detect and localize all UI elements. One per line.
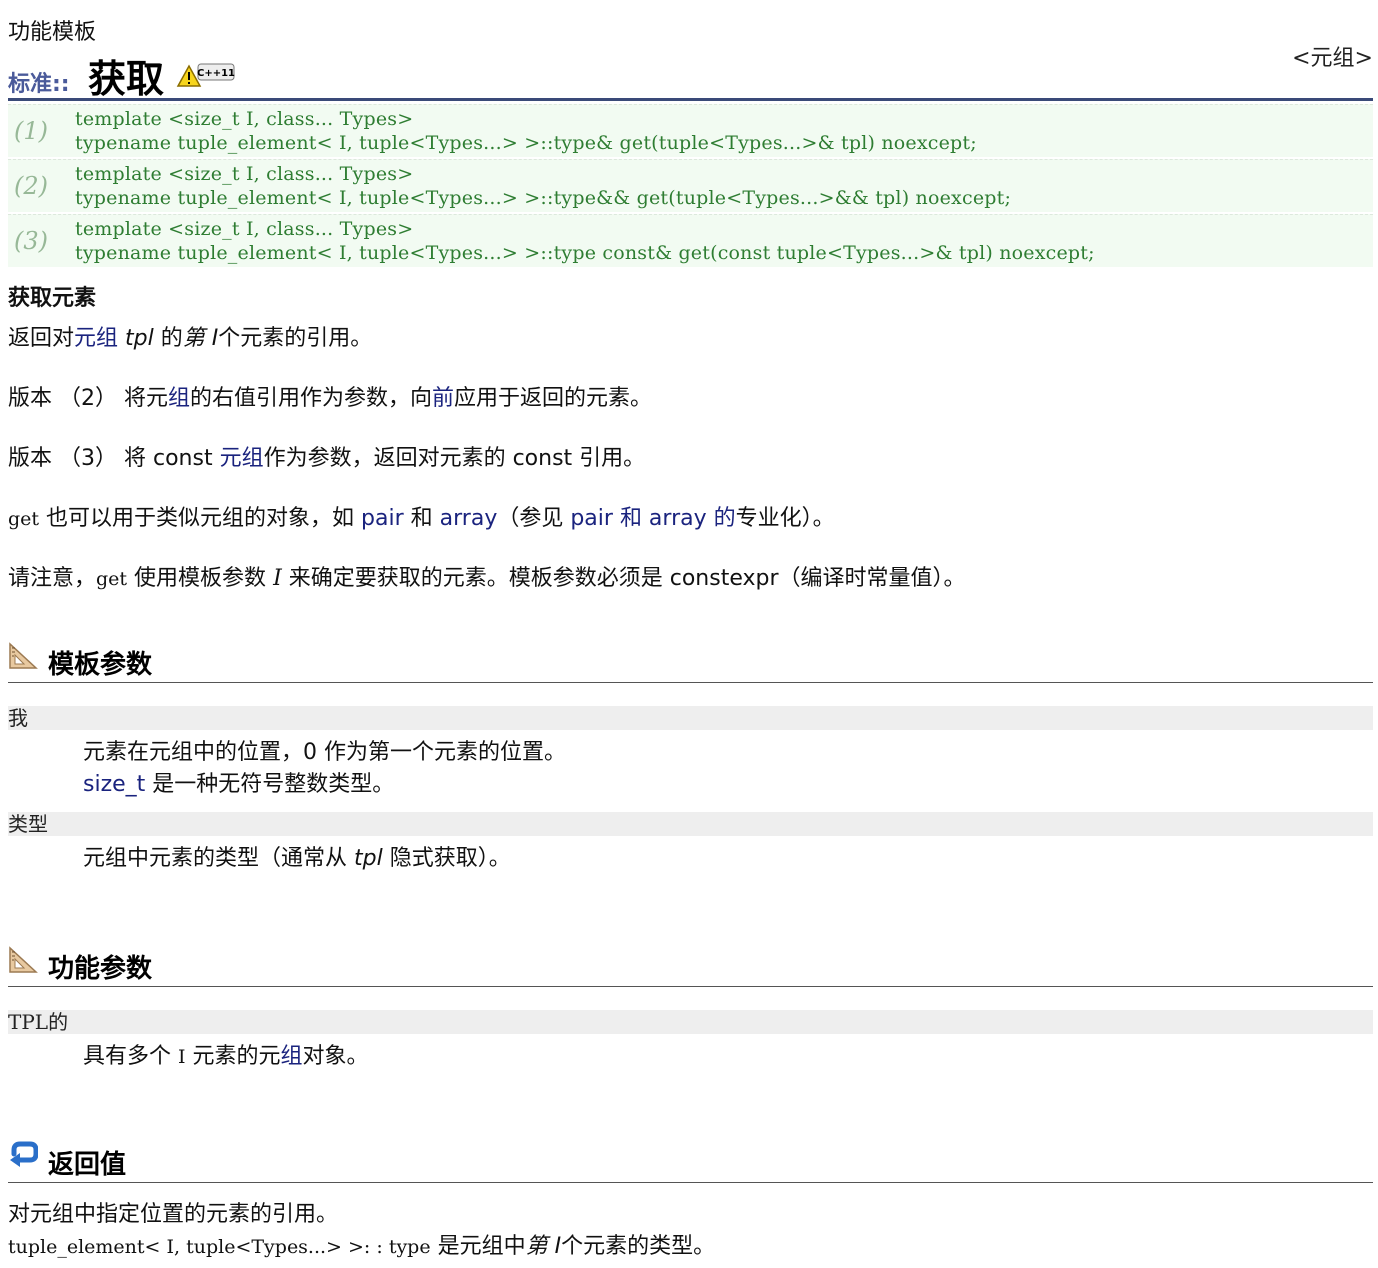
- text-span: 元素的元: [185, 1044, 281, 1069]
- param-description: 元素在元组中的位置，0 作为第一个元素的位置。: [83, 740, 566, 765]
- declaration-line: typename tuple_element< I, tuple<Types..…: [75, 242, 1095, 264]
- text-span: 是一种无符号整数类型。: [145, 772, 395, 797]
- nth-ref: 第 I: [525, 1234, 562, 1259]
- param-description: 元组中元素的类型（通常从 tpl 隐式获取）。: [83, 840, 511, 872]
- return-type-description: tuple_element< I, tuple<Types...> >: : t…: [8, 1228, 715, 1260]
- namespace-label: 标准::: [8, 72, 70, 97]
- array-link[interactable]: array: [440, 506, 498, 531]
- section-title: 模板参数: [48, 650, 153, 680]
- declaration-row: (1) template <size_t I, class... Types> …: [8, 104, 1373, 157]
- text-span: 使用模板参数: [127, 566, 274, 591]
- tuple-link[interactable]: 组: [281, 1044, 303, 1069]
- specialization-link[interactable]: pair 和 array 的: [570, 506, 735, 531]
- ruler-triangle-icon: [9, 946, 38, 973]
- pair-link[interactable]: pair: [361, 506, 404, 531]
- declaration-line: typename tuple_element< I, tuple<Types..…: [75, 132, 977, 154]
- text-span: 来确定要获取的元素。模板参数必须是 constexpr（编译时常量值）。: [281, 566, 966, 591]
- text-span: 也可以用于类似元组的对象，如: [39, 506, 362, 531]
- tpl-param-ref: tpl: [354, 846, 383, 871]
- param-i-ref: I: [273, 566, 282, 591]
- text-span: 具有多个: [83, 1044, 178, 1069]
- section-title: 功能参数: [48, 954, 153, 984]
- declaration-number: (2): [14, 172, 48, 200]
- description-heading: 获取元素: [8, 286, 97, 311]
- code-get: get: [8, 508, 40, 530]
- page-kicker: 功能模板: [8, 20, 97, 45]
- text-span: 的: [153, 326, 183, 351]
- ruler-triangle-icon: [9, 642, 38, 669]
- text-span: （参见: [497, 506, 571, 531]
- text-span: 隐式获取）。: [382, 846, 511, 871]
- tuple-link[interactable]: 元组: [74, 326, 118, 351]
- declaration-line: template <size_t I, class... Types>: [75, 108, 414, 130]
- code-get: get: [96, 568, 128, 590]
- tpl-param-ref: tpl: [125, 326, 154, 351]
- text-span: 元组中元素的类型（通常从: [83, 846, 354, 871]
- note-paragraph: 请注意，get 使用模板参数 I 来确定要获取的元素。模板参数必须是 const…: [8, 560, 966, 592]
- text-span: 的右值引用作为参数，向: [190, 386, 433, 411]
- text-span: 版本 （2） 将元: [8, 386, 168, 411]
- version-2-paragraph: 版本 （2） 将元组的右值引用作为参数，向前应用于返回的元素。: [8, 380, 652, 412]
- declaration-row: (2) template <size_t I, class... Types> …: [8, 159, 1373, 212]
- declarations-block: (1) template <size_t I, class... Types> …: [8, 104, 1373, 269]
- forward-link[interactable]: 前: [432, 386, 454, 411]
- template-params-heading: 模板参数: [8, 636, 1373, 683]
- tuple-link[interactable]: 元组: [220, 446, 264, 471]
- function-params-heading: 功能参数: [8, 940, 1373, 987]
- param-term: TPL的: [8, 1010, 1373, 1034]
- title-bar: 标准:: 获取 C++11: [8, 50, 1373, 101]
- text-span: 应用于返回的元素。: [454, 386, 653, 411]
- declaration-number: (1): [14, 117, 48, 145]
- declaration-row: (3) template <size_t I, class... Types> …: [8, 214, 1373, 267]
- declaration-line: template <size_t I, class... Types>: [75, 218, 414, 240]
- declaration-code: template <size_t I, class... Types> type…: [75, 107, 977, 155]
- text-span: 对象。: [302, 1044, 369, 1069]
- text-span: 返回对: [8, 326, 75, 351]
- nth-ref: 第 I: [182, 326, 219, 351]
- param-term: 类型: [8, 812, 1373, 836]
- text-span: 个元素的引用。: [218, 326, 373, 351]
- cpp11-warning-icon: C++11: [176, 63, 235, 87]
- size-t-link[interactable]: size_t: [83, 772, 145, 797]
- svg-text:C++11: C++11: [197, 68, 235, 79]
- tuple-like-paragraph: get 也可以用于类似元组的对象，如 pair 和 array（参见 pair …: [8, 500, 835, 532]
- declaration-code: template <size_t I, class... Types> type…: [75, 217, 1095, 265]
- description-paragraph: 返回对元组 tpl 的第 I个元素的引用。: [8, 320, 372, 352]
- text-span: 个元素的类型。: [561, 1234, 716, 1259]
- param-term: 我: [8, 706, 1373, 730]
- text-span: 是元组中: [430, 1234, 526, 1259]
- text-span: 请注意，: [8, 566, 97, 591]
- text-span: 专业化）。: [735, 506, 835, 531]
- return-description: 对元组中指定位置的元素的引用。: [8, 1202, 339, 1227]
- declaration-line: template <size_t I, class... Types>: [75, 163, 414, 185]
- tuple-link[interactable]: 组: [168, 386, 190, 411]
- text-span: 作为参数，返回对元素的 const 引用。: [263, 446, 646, 471]
- section-title: 返回值: [48, 1150, 127, 1180]
- return-type-code: tuple_element< I, tuple<Types...> >: : t…: [8, 1236, 431, 1258]
- return-arrow-icon: [10, 1141, 38, 1167]
- declaration-code: template <size_t I, class... Types> type…: [75, 162, 1011, 210]
- page-title: 获取: [88, 57, 165, 101]
- return-value-heading: 返回值: [8, 1136, 1373, 1183]
- param-description: size_t 是一种无符号整数类型。: [83, 766, 394, 798]
- declaration-line: typename tuple_element< I, tuple<Types..…: [75, 187, 1012, 209]
- version-3-paragraph: 版本 （3） 将 const 元组作为参数，返回对元素的 const 引用。: [8, 440, 645, 472]
- text-span: [118, 326, 125, 351]
- declaration-number: (3): [14, 227, 48, 255]
- param-description: 具有多个 I 元素的元组对象。: [83, 1038, 369, 1070]
- text-span: 版本 （3） 将 const: [8, 446, 220, 471]
- param-i-ref: I: [178, 1046, 186, 1068]
- text-span: 和: [403, 506, 440, 531]
